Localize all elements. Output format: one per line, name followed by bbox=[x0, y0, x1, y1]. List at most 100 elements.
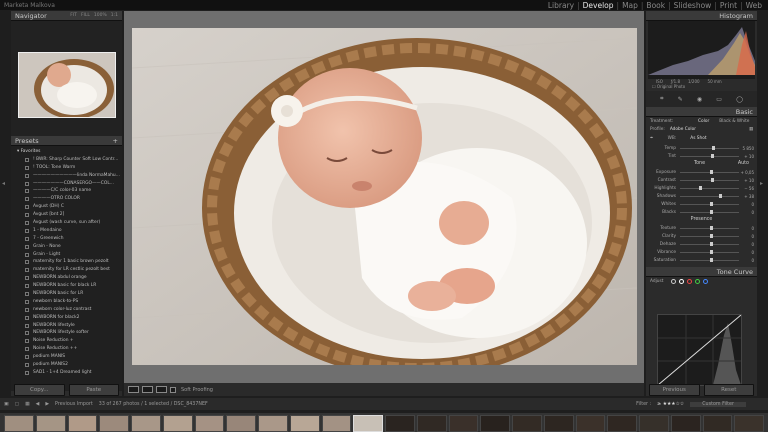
preset-item[interactable]: newborn black-to-PS bbox=[11, 298, 122, 306]
forward-arrow-icon[interactable]: ▶ bbox=[45, 402, 49, 407]
filmstrip-thumbnail[interactable] bbox=[702, 415, 733, 432]
tint-value[interactable]: + 10 bbox=[744, 154, 754, 159]
preset-item[interactable]: ———————CONASERGO——COL... bbox=[11, 180, 122, 188]
filmstrip-thumbnail[interactable] bbox=[289, 415, 320, 432]
preset-item[interactable]: podium MANIS bbox=[11, 353, 122, 361]
module-print[interactable]: Print bbox=[718, 1, 739, 10]
preset-item[interactable]: 7 - Greenwich bbox=[11, 235, 122, 243]
filmstrip-thumbnail[interactable] bbox=[4, 415, 34, 432]
soft-proofing-checkbox[interactable] bbox=[170, 386, 176, 393]
right-panel-toggle-icon[interactable]: ▸ bbox=[760, 180, 763, 187]
filmstrip-thumbnail[interactable] bbox=[480, 415, 510, 432]
highlights-slider[interactable] bbox=[680, 186, 739, 190]
preset-item[interactable]: ————OTRO COLOR bbox=[11, 195, 122, 203]
vibrance-slider-handle[interactable] bbox=[709, 250, 713, 254]
blacks-slider[interactable] bbox=[680, 210, 739, 214]
radial-filter-tool-icon[interactable]: ◯ bbox=[736, 96, 743, 103]
add-preset-icon[interactable]: + bbox=[113, 137, 118, 145]
preset-item[interactable]: NEWBORN lifestyle softer bbox=[11, 329, 122, 337]
exposure-slider[interactable] bbox=[680, 170, 739, 174]
filmstrip-thumbnail[interactable] bbox=[670, 415, 701, 432]
filmstrip-thumbnail[interactable] bbox=[35, 415, 66, 432]
wb-select[interactable]: As Shot bbox=[690, 136, 706, 141]
navigator-header[interactable]: Navigator FIT FILL 100% 1:1 bbox=[11, 11, 122, 21]
clarity-slider[interactable] bbox=[680, 234, 739, 238]
preset-item[interactable]: maternity for LR cestlic pezolt best bbox=[11, 266, 122, 274]
module-develop[interactable]: Develop bbox=[581, 1, 616, 10]
filmstrip-thumbnail[interactable] bbox=[734, 415, 764, 432]
left-panel-toggle-icon[interactable]: ◂ bbox=[2, 180, 5, 187]
exposure-slider-handle[interactable] bbox=[710, 170, 714, 174]
vibrance-slider[interactable] bbox=[680, 250, 739, 254]
preset-item[interactable]: NEWBORN for black2 bbox=[11, 314, 122, 322]
preset-folder-favorites[interactable]: ▾ Favorites bbox=[11, 148, 122, 156]
presets-header[interactable]: Presets + bbox=[11, 136, 122, 146]
previous-button[interactable]: Previous bbox=[649, 384, 700, 396]
filmstrip-thumbnail[interactable] bbox=[448, 415, 479, 432]
filmstrip-thumbnail[interactable] bbox=[416, 415, 447, 432]
contrast-slider[interactable] bbox=[680, 178, 739, 182]
clarity-slider-handle[interactable] bbox=[709, 234, 713, 238]
red-eye-tool-icon[interactable]: ◉ bbox=[697, 96, 702, 103]
saturation-value[interactable]: 0 bbox=[751, 258, 754, 263]
curve-parametric-icon[interactable] bbox=[671, 278, 677, 284]
texture-value[interactable]: 0 bbox=[751, 226, 754, 231]
dehaze-slider-handle[interactable] bbox=[709, 242, 713, 246]
profile-browser-icon[interactable]: ▦ bbox=[749, 127, 753, 132]
filmstrip-thumbnail[interactable] bbox=[258, 415, 288, 432]
histogram[interactable] bbox=[648, 21, 755, 79]
texture-slider-handle[interactable] bbox=[709, 226, 713, 230]
profile-select[interactable]: Adobe Color bbox=[670, 127, 696, 132]
texture-slider[interactable] bbox=[680, 226, 739, 230]
preset-item[interactable]: ————C/C color-03 name bbox=[11, 187, 122, 195]
histogram-header[interactable]: Histogram bbox=[646, 11, 757, 21]
shadows-slider-handle[interactable] bbox=[718, 194, 722, 198]
wb-eyedropper-icon[interactable]: ✒ bbox=[650, 136, 654, 141]
whites-slider-handle[interactable] bbox=[709, 202, 713, 206]
preset-item[interactable]: ! BWR: Sharp Counter Soft Low Contr... bbox=[11, 156, 122, 164]
filmstrip-thumbnail[interactable] bbox=[226, 415, 256, 432]
filmstrip-thumbnail[interactable] bbox=[67, 415, 98, 432]
filmstrip-thumbnail[interactable] bbox=[131, 415, 161, 432]
navigator-thumbnail[interactable] bbox=[18, 52, 116, 118]
zoom-fit[interactable]: FIT bbox=[70, 13, 77, 18]
preset-item[interactable]: ——————————linda NormaMahu... bbox=[11, 172, 122, 180]
preset-item[interactable]: ! TOOL: Tone Warm bbox=[11, 164, 122, 172]
navigator-preview[interactable] bbox=[11, 21, 122, 136]
preset-item[interactable]: Avgust (wash curve, sun after) bbox=[11, 219, 122, 227]
filmstrip-thumbnail[interactable] bbox=[575, 415, 606, 432]
loupe-view-button[interactable] bbox=[128, 386, 139, 393]
curve-rgb-icon[interactable] bbox=[679, 278, 685, 284]
before-after-split-button[interactable] bbox=[156, 386, 167, 393]
zoom-100[interactable]: 100% bbox=[94, 13, 107, 18]
highlights-value[interactable]: − 56 bbox=[744, 186, 754, 191]
filmstrip-thumbnail[interactable] bbox=[385, 415, 415, 432]
module-library[interactable]: Library bbox=[546, 1, 576, 10]
paste-button[interactable]: Paste bbox=[68, 384, 119, 396]
preset-item[interactable]: maternity for 1 basic brown pezolt bbox=[11, 258, 122, 266]
vibrance-value[interactable]: 0 bbox=[751, 250, 754, 255]
monitor-1-icon[interactable]: ▣ bbox=[4, 402, 9, 407]
blacks-slider-handle[interactable] bbox=[709, 210, 713, 214]
preset-item[interactable]: NEWBORN lifestyle bbox=[11, 322, 122, 330]
clarity-value[interactable]: 0 bbox=[751, 234, 754, 239]
preset-item[interactable]: NEWBORN abdul orange bbox=[11, 274, 122, 282]
preset-item[interactable]: Grain - None bbox=[11, 243, 122, 251]
contrast-value[interactable]: + 10 bbox=[744, 178, 754, 183]
module-book[interactable]: Book bbox=[644, 1, 667, 10]
module-slideshow[interactable]: Slideshow bbox=[672, 1, 714, 10]
dehaze-value[interactable]: 0 bbox=[751, 242, 754, 247]
temp-slider-handle[interactable] bbox=[712, 146, 716, 150]
treatment-color[interactable]: Color bbox=[698, 119, 709, 124]
curve-blue-icon[interactable] bbox=[703, 278, 709, 284]
zoom-fill[interactable]: FILL bbox=[81, 13, 90, 18]
auto-button[interactable]: Auto bbox=[738, 160, 749, 168]
filter-select[interactable]: Custom Filter bbox=[690, 401, 746, 407]
whites-value[interactable]: 0 bbox=[751, 202, 754, 207]
filmstrip-thumbnail[interactable] bbox=[162, 415, 193, 432]
reset-button[interactable]: Reset bbox=[703, 384, 754, 396]
graduated-filter-tool-icon[interactable]: ▭ bbox=[716, 96, 722, 103]
tone-curve-header[interactable]: Tone Curve bbox=[646, 267, 757, 277]
dehaze-slider[interactable] bbox=[680, 242, 739, 246]
preset-item[interactable]: Noise Reduction ++ bbox=[11, 345, 122, 353]
